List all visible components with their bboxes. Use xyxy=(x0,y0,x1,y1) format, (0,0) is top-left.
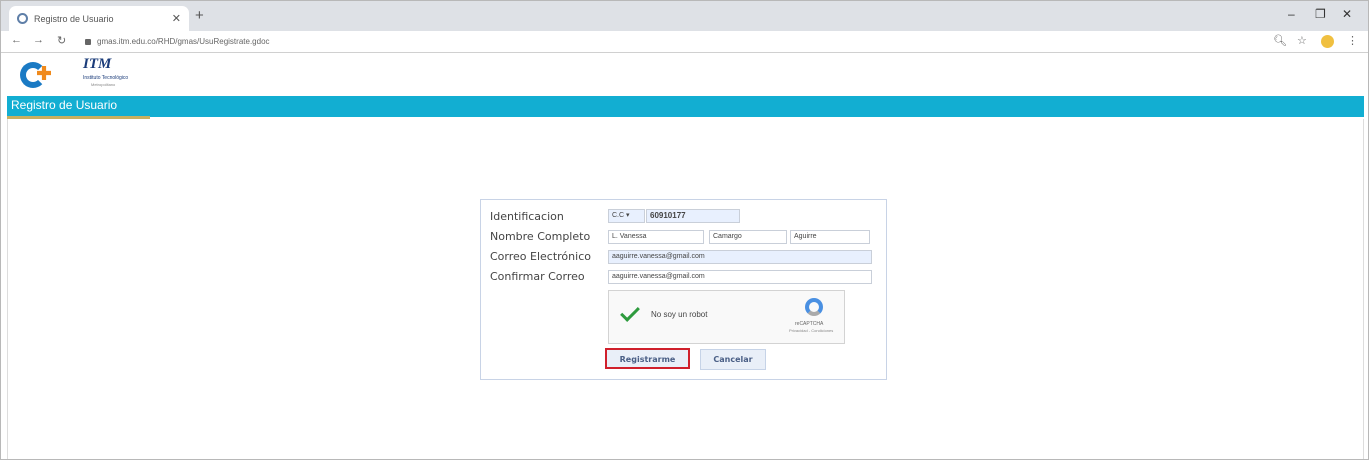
itm-logo-subtitle: Instituto Tecnológico xyxy=(83,75,129,81)
register-button[interactable]: Registrarme xyxy=(605,348,690,369)
restore-button[interactable]: ❐ xyxy=(1315,7,1326,21)
middle-name-input[interactable]: Camargo xyxy=(709,230,787,244)
favicon-icon xyxy=(17,13,28,24)
profile-avatar[interactable] xyxy=(1321,35,1334,48)
close-window-button[interactable]: ✕ xyxy=(1342,7,1352,21)
id-type-select[interactable]: C.C ▾ xyxy=(608,209,645,223)
recaptcha-logo-icon xyxy=(805,298,823,316)
checkmark-icon[interactable] xyxy=(620,302,640,322)
back-arrow-icon[interactable]: ← xyxy=(11,34,22,46)
browser-window: Registro de Usuario ✕ + ‒ ❐ ✕ ← → ↻ gmas… xyxy=(0,0,1369,460)
cancel-button[interactable]: Cancelar xyxy=(700,349,766,370)
page-title: Registro de Usuario xyxy=(11,98,118,112)
zoom-icon[interactable]: 🔍︎ xyxy=(1273,34,1287,47)
nombre-label: Nombre Completo xyxy=(490,230,591,243)
id-number-input[interactable]: 60910177 xyxy=(646,209,740,223)
page-title-bar: Registro de Usuario xyxy=(7,96,1364,119)
confirm-email-input[interactable]: aaguirre.vanessa@gmail.com xyxy=(608,270,872,284)
bookmark-star-icon[interactable]: ☆ xyxy=(1297,34,1307,47)
browser-tab[interactable]: Registro de Usuario ✕ xyxy=(9,6,189,31)
tab-strip: Registro de Usuario ✕ + ‒ ❐ ✕ xyxy=(1,1,1368,31)
address-bar[interactable]: gmas.itm.edu.co/RHD/gmas/UsuRegistrate.g… xyxy=(85,34,1265,50)
tab-title: Registro de Usuario xyxy=(34,13,114,24)
reload-icon[interactable]: ↻ xyxy=(57,34,66,47)
recaptcha-text: No soy un robot xyxy=(651,310,708,319)
registration-form: Identificacion C.C ▾ 60910177 Nombre Com… xyxy=(480,199,887,380)
forward-arrow-icon[interactable]: → xyxy=(33,34,44,46)
last-name-input[interactable]: Aguirre xyxy=(790,230,870,244)
browser-toolbar: ← → ↻ gmas.itm.edu.co/RHD/gmas/UsuRegist… xyxy=(1,31,1368,53)
first-name-input[interactable]: L. Vanessa xyxy=(608,230,704,244)
new-tab-button[interactable]: + xyxy=(195,7,204,24)
identificacion-label: Identificacion xyxy=(490,210,564,223)
correo-label: Correo Electrónico xyxy=(490,250,591,263)
recaptcha-widget[interactable]: No soy un robot reCAPTCHA Privacidad - C… xyxy=(608,290,845,344)
email-input[interactable]: aaguirre.vanessa@gmail.com xyxy=(608,250,872,264)
menu-kebab-icon[interactable]: ⋮ xyxy=(1347,34,1358,47)
minimize-button[interactable]: ‒ xyxy=(1288,7,1295,21)
url-text: gmas.itm.edu.co/RHD/gmas/UsuRegistrate.g… xyxy=(97,37,270,46)
itm-logo: ITM xyxy=(83,56,112,72)
tab-close-icon[interactable]: ✕ xyxy=(172,12,181,25)
itm-logo-subtitle-2: Metropolitano xyxy=(91,82,116,87)
recaptcha-brand: reCAPTCHA xyxy=(795,321,824,327)
lock-icon xyxy=(85,39,91,45)
recaptcha-links[interactable]: Privacidad - Condiciones xyxy=(789,328,833,333)
app-header: ITM Instituto Tecnológico Metropolitano xyxy=(7,54,1364,96)
confirmar-label: Confirmar Correo xyxy=(490,270,585,283)
